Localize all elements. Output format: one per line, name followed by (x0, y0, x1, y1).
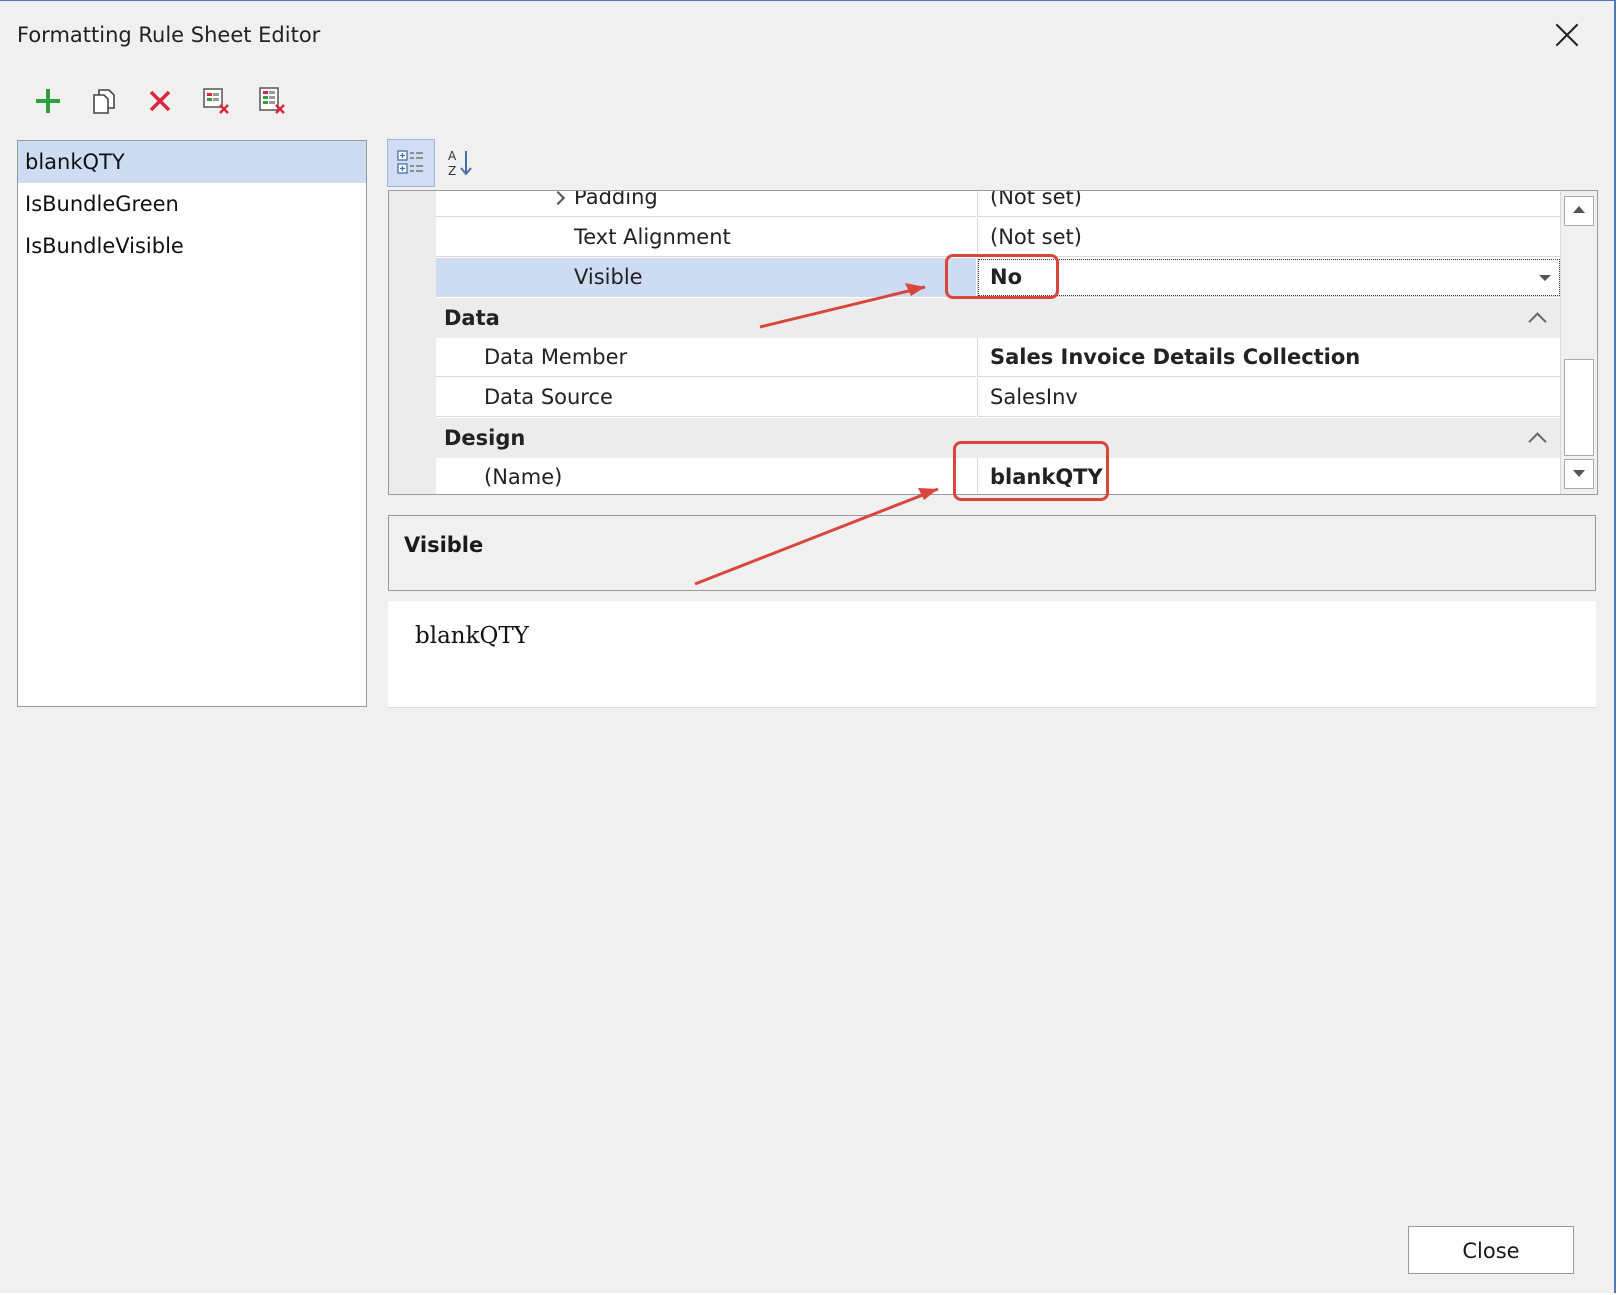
formatting-rule-sheet-editor-dialog: Formatting Rule Sheet Editor blankQTY Is… (0, 0, 1616, 1293)
close-button[interactable]: Close (1408, 1226, 1574, 1274)
annotation-arrow (694, 487, 939, 586)
annotation-arrowhead (918, 488, 938, 500)
annotation-arrows (694, 283, 939, 586)
annotation-arrowhead (905, 283, 925, 296)
annotation-arrow (759, 285, 926, 329)
